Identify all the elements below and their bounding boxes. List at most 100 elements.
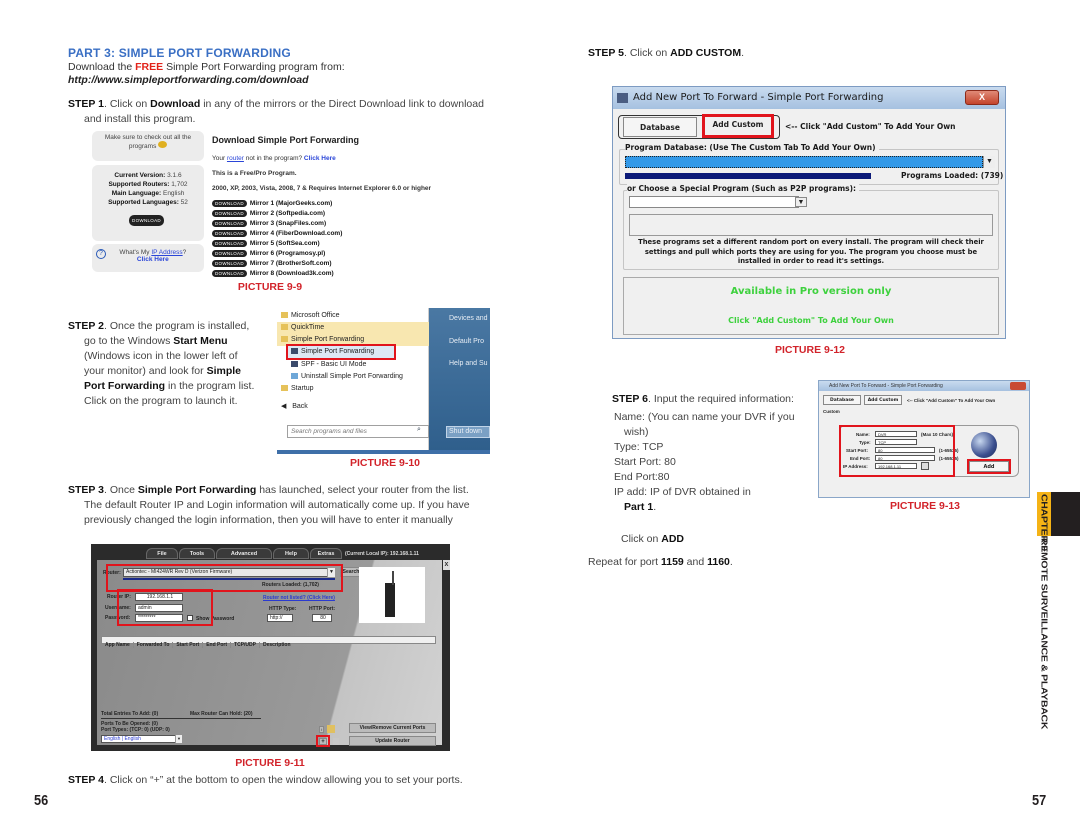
right-pane-item[interactable]: Help and Su [449, 360, 488, 367]
help-icon: ? [96, 249, 106, 259]
step-text: Start Port: 80 [614, 456, 676, 468]
router-click-here-link[interactable]: Click Here [304, 155, 336, 162]
right-pane-item[interactable]: Default Pro [449, 338, 484, 345]
download-pill[interactable]: DOWNLOAD [212, 270, 247, 277]
download-pill[interactable]: DOWNLOAD [212, 220, 247, 227]
special-program-select[interactable] [629, 196, 799, 208]
router-text: Your [212, 155, 227, 162]
http-port-input[interactable]: 80 [312, 614, 332, 622]
folder-icon [281, 336, 288, 343]
back-button[interactable]: ◀ Back [281, 401, 308, 413]
edit-icon[interactable]: ↕ [319, 726, 324, 733]
menu-file[interactable]: File [146, 548, 178, 559]
menu-item[interactable]: Microsoft Office [281, 310, 340, 322]
download-pill[interactable]: DOWNLOAD [212, 250, 247, 257]
right-pane-item[interactable]: Devices and [449, 315, 488, 322]
download-pill[interactable]: DOWNLOAD [212, 240, 247, 247]
column-header[interactable]: Start Port [173, 642, 204, 648]
info-label: Supported Routers: [108, 181, 170, 188]
folder-icon [281, 385, 288, 392]
menu-extras[interactable]: Extras [310, 548, 342, 559]
step-text: . Once the program is installed, [104, 320, 250, 332]
step-label: STEP 6 [612, 393, 648, 405]
port-number: 1160 [707, 556, 730, 568]
shutdown-button[interactable]: Shut down [446, 426, 490, 438]
step-text: . Click on [624, 47, 671, 59]
mirror-link[interactable]: DOWNLOAD Mirror 4 (FiberDownload.com) [212, 230, 342, 237]
step-text: in the program list. [165, 380, 255, 392]
step-text: Click on [621, 533, 662, 545]
language-select[interactable]: English | English [101, 735, 181, 743]
search-programs-input[interactable]: Search programs and files [287, 425, 429, 438]
info-value: 52 [180, 199, 188, 206]
router-link[interactable]: router [227, 155, 244, 162]
step-5: STEP 5. Click on ADD CUSTOM. [588, 46, 744, 61]
step-text: and install this program. [84, 113, 196, 125]
chapter-title: REMOTE SURVEILLANCE & PLAYBACK [1039, 538, 1049, 730]
column-header[interactable]: Description [260, 642, 294, 648]
menu-item[interactable]: Uninstall Simple Port Forwarding [291, 371, 403, 383]
router-image [359, 567, 425, 623]
download-pill[interactable]: DOWNLOAD [212, 210, 247, 217]
special-program-info [629, 214, 993, 236]
divider [101, 718, 261, 719]
column-header[interactable]: Forwarded To [133, 642, 174, 648]
ip-address-link[interactable]: IP Address [151, 249, 182, 256]
remove-icon[interactable] [333, 738, 339, 745]
step-2: STEP 2. Once the program is installed, g… [68, 319, 273, 409]
programs-loaded-count: Programs Loaded: (739) [901, 171, 1004, 180]
mirror-link[interactable]: DOWNLOAD Mirror 8 (Download3k.com) [212, 270, 334, 277]
tab-database[interactable]: Database [623, 117, 697, 137]
menu-item[interactable]: QuickTime [277, 322, 429, 334]
view-remove-ports-button[interactable]: View/Remove Current Ports [349, 723, 436, 733]
highlight-box-plus [316, 735, 330, 747]
mirror-link[interactable]: DOWNLOAD Mirror 6 (Programosy.pl) [212, 250, 325, 257]
update-router-button[interactable]: Update Router [349, 736, 436, 746]
chevron-down-icon[interactable]: ▼ [795, 197, 807, 207]
menu-tools[interactable]: Tools [179, 548, 215, 559]
download-pill[interactable]: DOWNLOAD [212, 260, 247, 267]
programs-loaded-progress [625, 173, 871, 179]
page-number-right: 57 [1032, 792, 1047, 809]
menu-item-label: SPF - Basic UI Mode [301, 361, 367, 368]
step-text: (Windows icon in the lower left of [84, 350, 238, 362]
column-header[interactable]: App Name [102, 642, 134, 648]
part-title: PART 3: SIMPLE PORT FORWARDING [68, 46, 291, 60]
start-menu-programs: Microsoft Office QuickTime Simple Port F… [277, 308, 429, 450]
menu-help[interactable]: Help [273, 548, 309, 559]
close-icon[interactable]: x [443, 560, 450, 570]
caption-picture-9-12: PICTURE 9-12 [774, 344, 846, 356]
step-text: . [653, 501, 657, 513]
mirror-link[interactable]: DOWNLOAD Mirror 5 (SoftSea.com) [212, 240, 320, 247]
ip-click-here-link[interactable]: Click Here [137, 256, 169, 263]
notes-icon[interactable] [327, 725, 335, 733]
tab-database[interactable]: Database [823, 395, 861, 405]
router-not-listed-link[interactable]: Router not listed? (Click Here) [263, 595, 335, 601]
uninstall-icon [291, 373, 298, 380]
tab-add-custom[interactable]: Add Custom [864, 395, 902, 405]
http-type-select[interactable]: http:// [267, 614, 293, 622]
program-database-select[interactable] [625, 156, 983, 168]
mirror-link[interactable]: DOWNLOAD Mirror 2 (Softpedia.com) [212, 210, 325, 217]
close-button[interactable]: X [965, 90, 999, 105]
close-icon[interactable] [1010, 382, 1026, 390]
chevron-down-icon[interactable]: ▼ [175, 735, 182, 743]
special-program-note: These programs set a different random po… [623, 238, 999, 267]
download-pill[interactable]: DOWNLOAD [212, 200, 247, 207]
step-bold: ADD CUSTOM [670, 47, 742, 59]
menu-item[interactable]: SPF - Basic UI Mode [291, 359, 366, 371]
step-1: STEP 1. Click on Download in any of the … [68, 97, 498, 127]
column-header[interactable]: TCP/UDP [231, 642, 260, 648]
menu-item[interactable]: Startup [281, 383, 314, 395]
direct-download-button[interactable]: DOWNLOAD [129, 215, 164, 226]
chevron-down-icon[interactable]: ▼ [983, 156, 995, 168]
mirror-link[interactable]: DOWNLOAD Mirror 1 (MajorGeeks.com) [212, 200, 332, 207]
mirror-link[interactable]: DOWNLOAD Mirror 7 (BrotherSoft.com) [212, 260, 332, 267]
download-url[interactable]: http://www.simpleportforwarding.com/down… [68, 74, 309, 86]
menu-advanced[interactable]: Advanced [216, 548, 272, 559]
mirror-link[interactable]: DOWNLOAD Mirror 3 (SnapFiles.com) [212, 220, 326, 227]
step-bold: Simple [206, 365, 241, 377]
download-pill[interactable]: DOWNLOAD [212, 230, 247, 237]
column-header[interactable]: End Port [203, 642, 232, 648]
globe-icon [971, 432, 997, 458]
